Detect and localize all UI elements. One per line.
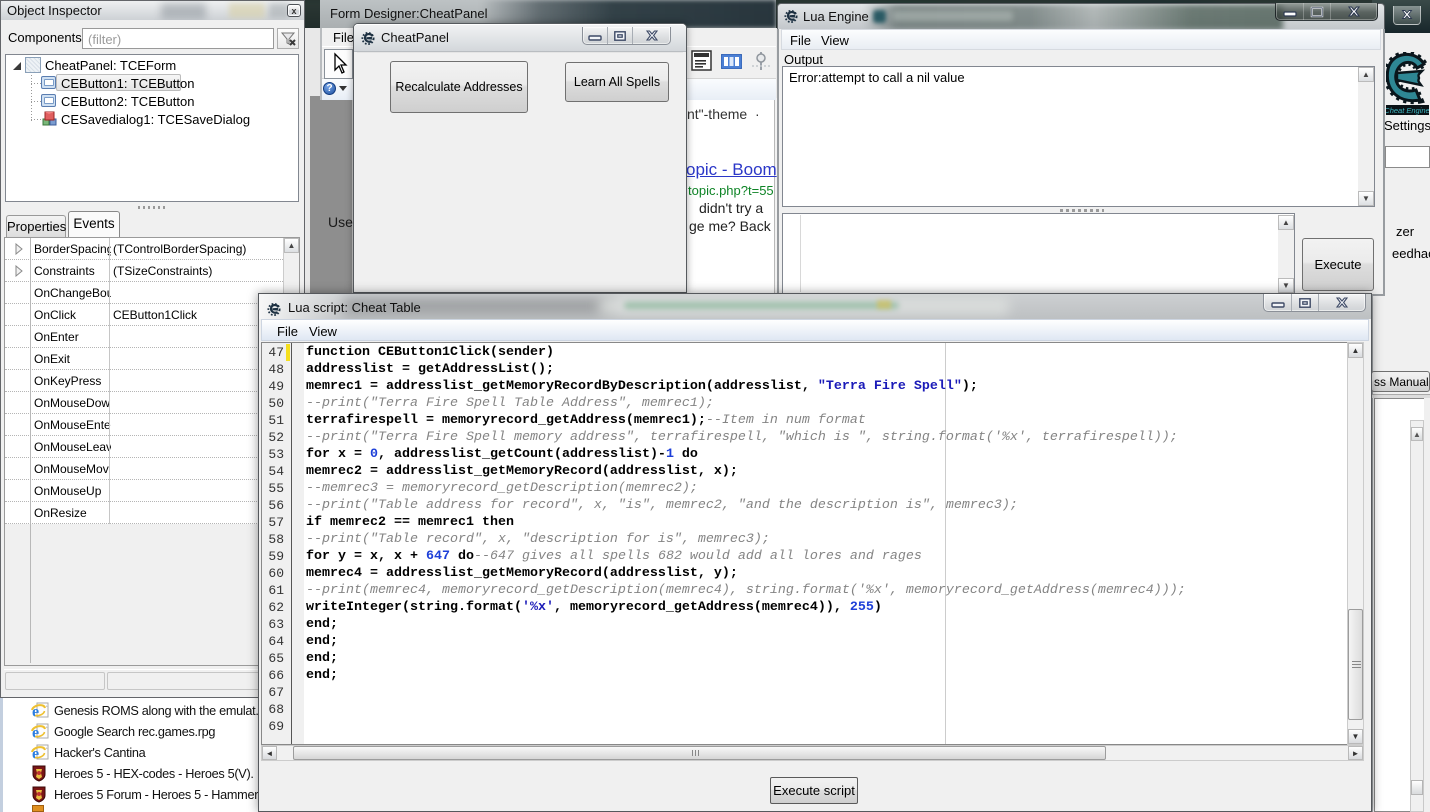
svg-text:Cheat Engine: Cheat Engine [1386,106,1429,115]
